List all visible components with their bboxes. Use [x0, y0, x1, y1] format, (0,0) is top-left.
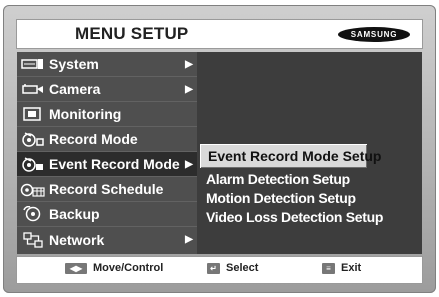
sidebar-item-label: Record Mode [49, 131, 138, 147]
event-record-icon [17, 154, 49, 174]
footer-move-control: ◀▶ Move/Control [65, 262, 163, 274]
sidebar-item-label: Monitoring [49, 106, 122, 122]
footer-select-label: Select [226, 262, 259, 274]
sidebar-item-label: Backup [49, 206, 100, 222]
footer-exit: ≡ Exit [322, 262, 361, 274]
sidebar-item-record-schedule[interactable]: Record Schedule [17, 177, 197, 202]
footer-select: ↵ Select [207, 262, 258, 274]
submenu-item-motion-detection-setup[interactable]: Motion Detection Setup [206, 190, 356, 206]
sidebar-item-backup[interactable]: Backup [17, 202, 197, 227]
record-mode-icon [17, 129, 49, 149]
sidebar-item-monitoring[interactable]: Monitoring [17, 102, 197, 127]
footer-exit-label: Exit [341, 262, 362, 274]
footer-help-bar: ◀▶ Move/Control ↵ Select ≡ Exit [17, 257, 422, 283]
sidebar-item-network[interactable]: Network ▶ [17, 227, 197, 252]
sidebar-item-label: Record Schedule [49, 181, 164, 197]
submenu-item-video-loss-detection-setup[interactable]: Video Loss Detection Setup [206, 209, 383, 225]
submenu-arrow-icon: ▶ [185, 158, 193, 170]
sidebar-item-event-record-mode[interactable]: Event Record Mode ▶ [17, 152, 197, 177]
submenu-arrow-icon: ▶ [185, 58, 193, 70]
sidebar-item-record-mode[interactable]: Record Mode [17, 127, 197, 152]
camera-icon [17, 79, 49, 99]
sidebar-item-label: System [49, 56, 99, 72]
backup-icon [17, 204, 49, 224]
menu-header: MENU SETUP SAMSUNG [17, 20, 422, 48]
keyboard-key-icon [17, 54, 49, 74]
record-schedule-icon [17, 179, 49, 199]
sidebar-item-label: Network [49, 231, 105, 248]
sidebar-menu: System ▶ Camera ▶ Monitoring Record Mode… [17, 52, 197, 254]
menu-key-icon: ≡ [322, 262, 335, 274]
submenu-item-event-record-mode-setup[interactable]: Event Record Mode Setup [200, 144, 381, 168]
footer-move-label: Move/Control [93, 262, 164, 274]
samsung-logo: SAMSUNG [338, 27, 410, 42]
submenu-item-alarm-detection-setup[interactable]: Alarm Detection Setup [206, 171, 350, 187]
submenu-arrow-icon: ▶ [185, 234, 193, 245]
monitor-icon [17, 104, 49, 124]
sidebar-item-label: Event Record Mode [49, 156, 180, 172]
sidebar-item-system[interactable]: System ▶ [17, 52, 197, 77]
enter-key-icon: ↵ [207, 262, 220, 274]
submenu-arrow-icon: ▶ [185, 83, 193, 95]
page-title: MENU SETUP [75, 24, 189, 43]
direction-pad-icon: ◀▶ [65, 262, 87, 274]
sidebar-item-camera[interactable]: Camera ▶ [17, 77, 197, 102]
network-icon [17, 230, 49, 250]
sidebar-item-label: Camera [49, 81, 101, 97]
